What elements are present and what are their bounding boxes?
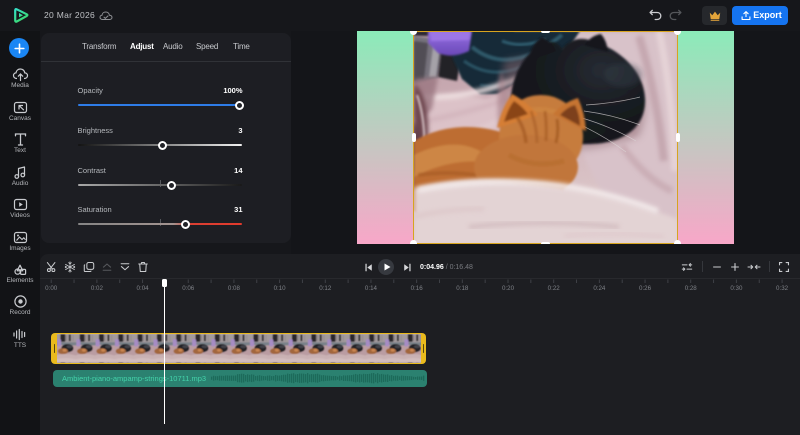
svg-text:0:02: 0:02 [91, 285, 104, 292]
svg-text:0:18: 0:18 [456, 285, 469, 292]
svg-text:0:00: 0:00 [45, 285, 58, 292]
svg-text:0:26: 0:26 [639, 285, 652, 292]
svg-text:0:04: 0:04 [137, 285, 150, 292]
svg-text:0:12: 0:12 [319, 285, 332, 292]
svg-text:0:14: 0:14 [365, 285, 378, 292]
svg-text:0:10: 0:10 [274, 285, 287, 292]
svg-text:0:24: 0:24 [593, 285, 606, 292]
svg-text:0:20: 0:20 [502, 285, 515, 292]
svg-text:0:30: 0:30 [730, 285, 743, 292]
svg-text:0:32: 0:32 [776, 285, 789, 292]
svg-text:0:22: 0:22 [548, 285, 561, 292]
svg-text:0:16: 0:16 [411, 285, 424, 292]
svg-text:0:08: 0:08 [228, 285, 241, 292]
svg-text:0:28: 0:28 [685, 285, 698, 292]
svg-text:0:06: 0:06 [182, 285, 195, 292]
